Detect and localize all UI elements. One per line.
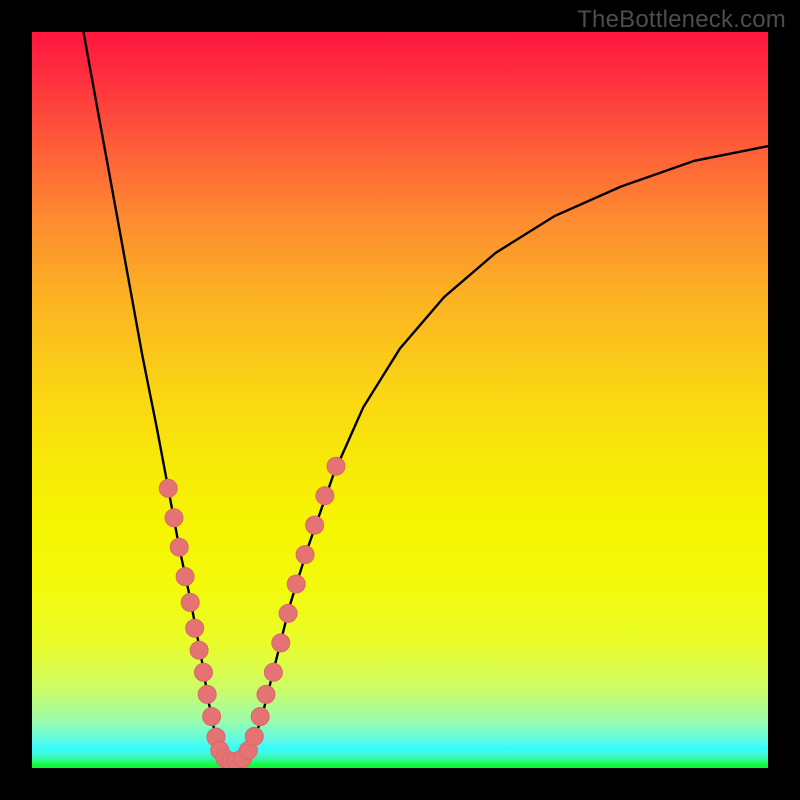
data-dot (327, 457, 345, 475)
data-dot (245, 727, 263, 745)
data-dot (316, 487, 334, 505)
data-dot (181, 593, 199, 611)
data-dot (287, 575, 305, 593)
data-dots (159, 457, 345, 768)
watermark-text: TheBottleneck.com (577, 6, 786, 34)
data-dot (159, 479, 177, 497)
chart-svg (32, 32, 768, 768)
chart-frame: TheBottleneck.com (0, 0, 800, 800)
data-dot (170, 538, 188, 556)
data-dot (190, 641, 208, 659)
data-dot (272, 634, 290, 652)
plot-area (32, 32, 768, 768)
data-dot (203, 708, 221, 726)
data-dot (264, 663, 282, 681)
data-dot (186, 619, 204, 637)
data-dot (176, 568, 194, 586)
data-dot (251, 708, 269, 726)
data-dot (279, 604, 297, 622)
data-dot (165, 509, 183, 527)
data-dot (198, 685, 216, 703)
data-dot (296, 546, 314, 564)
data-dot (195, 663, 213, 681)
data-dot (257, 685, 275, 703)
bottleneck-curve (84, 32, 769, 762)
data-dot (306, 516, 324, 534)
